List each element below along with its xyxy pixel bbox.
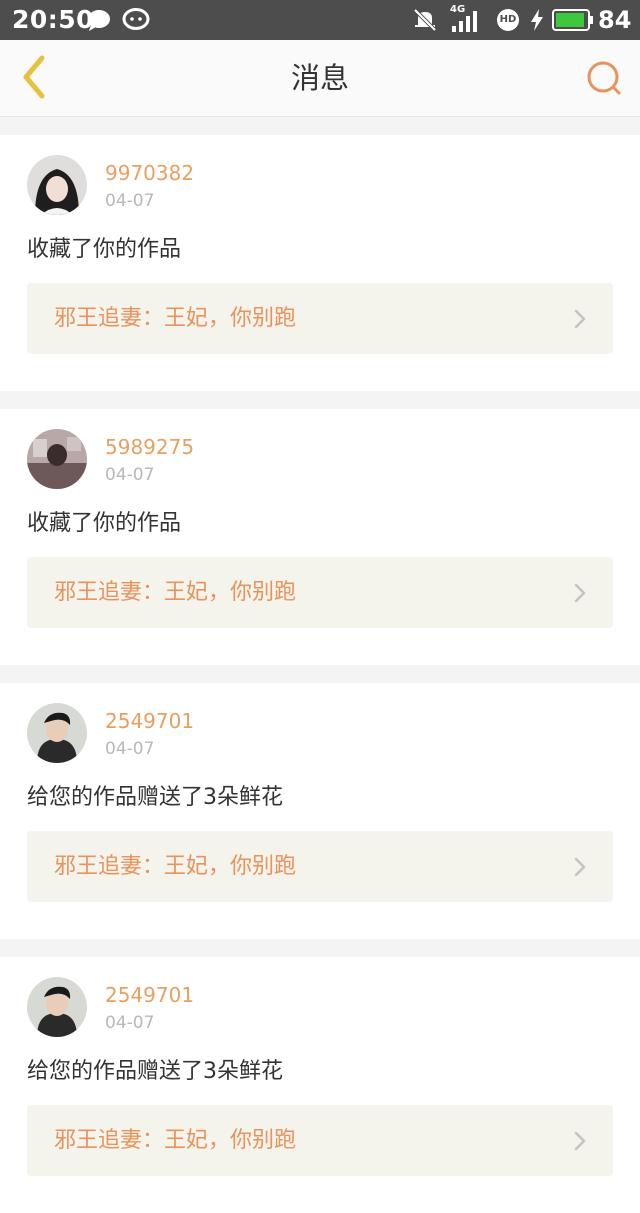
message-card: 9970382 04-07 收藏了你的作品 邪王追妻：王妃，你别跑	[0, 135, 640, 391]
chevron-right-icon	[574, 309, 586, 329]
page-title: 消息	[290, 61, 349, 95]
chevron-right-icon	[574, 583, 586, 603]
work-title: 邪王追妻：王妃，你别跑	[54, 306, 297, 331]
signal-icon: 4G	[450, 4, 486, 34]
charging-icon	[530, 9, 544, 35]
username[interactable]: 9970382	[105, 160, 194, 186]
work-title: 邪王追妻：王妃，你别跑	[54, 854, 297, 879]
username[interactable]: 2549701	[105, 708, 194, 734]
work-link[interactable]: 邪王追妻：王妃，你别跑	[27, 557, 613, 628]
chevron-right-icon	[574, 1131, 586, 1151]
chevron-right-icon	[574, 857, 586, 877]
message-list: 9970382 04-07 收藏了你的作品 邪王追妻：王妃，你别跑 598927…	[0, 117, 640, 1213]
message-date: 04-07	[105, 739, 155, 759]
avatar[interactable]	[27, 703, 87, 763]
username[interactable]: 2549701	[105, 982, 194, 1008]
message-date: 04-07	[105, 191, 155, 211]
battery-icon	[552, 9, 594, 35]
message-card: 2549701 04-07 给您的作品赠送了3朵鲜花 邪王追妻：王妃，你别跑	[0, 683, 640, 939]
hd-icon: HD	[496, 8, 520, 32]
search-button[interactable]	[582, 56, 626, 100]
back-button[interactable]	[10, 52, 58, 102]
message-date: 04-07	[105, 465, 155, 485]
message-text: 给您的作品赠送了3朵鲜花	[27, 785, 283, 810]
wechat-icon	[122, 8, 150, 36]
chevron-left-icon	[23, 55, 45, 99]
work-link[interactable]: 邪王追妻：王妃，你别跑	[27, 831, 613, 902]
chat-bubble-icon	[86, 8, 112, 36]
avatar[interactable]	[27, 429, 87, 489]
message-text: 收藏了你的作品	[27, 511, 182, 536]
work-title: 邪王追妻：王妃，你别跑	[54, 1128, 297, 1153]
message-date: 04-07	[105, 1013, 155, 1033]
message-card: 2549701 04-07 给您的作品赠送了3朵鲜花 邪王追妻：王妃，你别跑	[0, 957, 640, 1213]
search-icon	[587, 61, 621, 95]
work-link[interactable]: 邪王追妻：王妃，你别跑	[27, 1105, 613, 1176]
status-bar: 20:50 4G HD 84	[0, 0, 640, 40]
work-link[interactable]: 邪王追妻：王妃，你别跑	[27, 283, 613, 354]
avatar[interactable]	[27, 977, 87, 1037]
status-time: 20:50	[12, 5, 95, 34]
muted-bell-icon	[412, 7, 438, 37]
work-title: 邪王追妻：王妃，你别跑	[54, 580, 297, 605]
message-card: 5989275 04-07 收藏了你的作品 邪王追妻：王妃，你别跑	[0, 409, 640, 665]
username[interactable]: 5989275	[105, 434, 194, 460]
message-text: 给您的作品赠送了3朵鲜花	[27, 1059, 283, 1084]
message-text: 收藏了你的作品	[27, 237, 182, 262]
avatar[interactable]	[27, 155, 87, 215]
battery-level: 84	[598, 6, 632, 34]
header-bar: 消息	[0, 40, 640, 117]
